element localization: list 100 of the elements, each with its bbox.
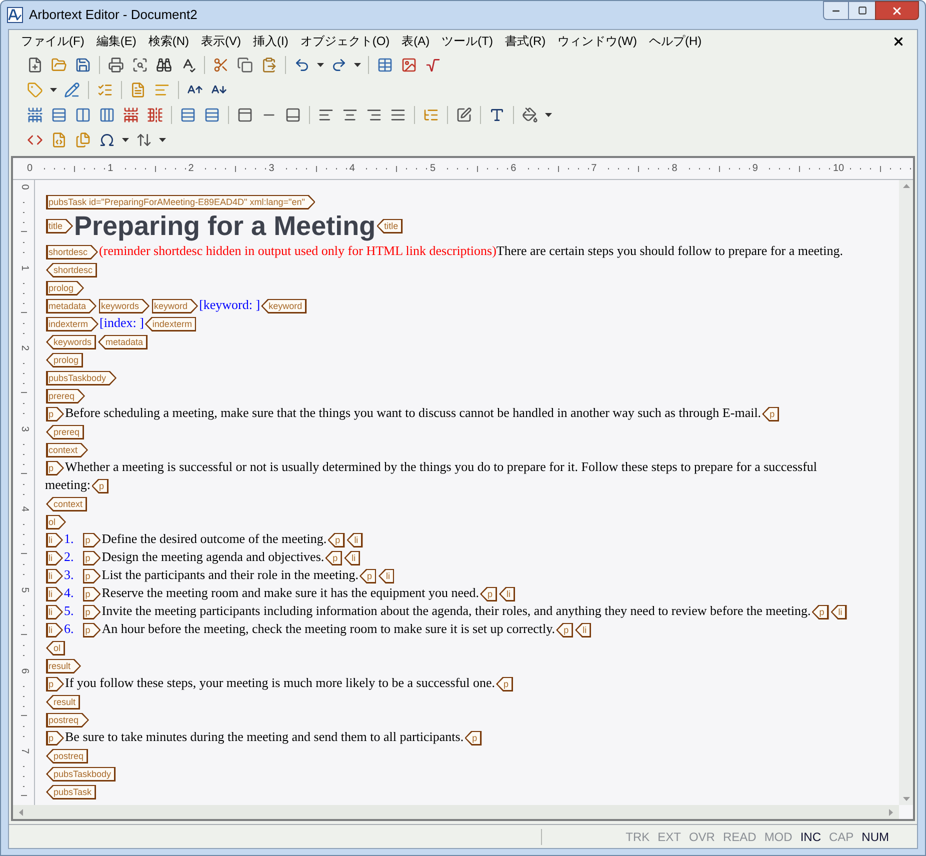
list-tree-icon[interactable] (423, 106, 439, 122)
close-button[interactable] (875, 1, 919, 20)
start-tag[interactable]: context (46, 442, 88, 458)
start-tag[interactable]: p (82, 604, 101, 620)
end-tag[interactable]: result (46, 694, 80, 710)
end-tag[interactable]: p (762, 406, 780, 422)
end-tag[interactable]: prereq (46, 424, 84, 440)
start-tag[interactable]: result (46, 658, 82, 674)
start-tag[interactable]: postreq (46, 712, 90, 728)
checklist-icon[interactable] (97, 82, 113, 98)
start-tag[interactable]: keyword (152, 298, 198, 314)
end-tag[interactable]: keyword (261, 298, 307, 314)
end-tag[interactable]: p (556, 622, 574, 638)
start-tag[interactable]: li (46, 550, 63, 566)
start-tag[interactable]: li (46, 532, 63, 548)
split-row-icon[interactable] (123, 106, 139, 122)
end-tag[interactable]: p (480, 586, 498, 602)
close-document-icon[interactable] (892, 34, 905, 48)
cell-edit-icon[interactable] (456, 106, 472, 122)
start-tag[interactable]: p (82, 586, 101, 602)
end-tag[interactable]: shortdesc (46, 262, 98, 278)
insert-row-icon[interactable] (27, 106, 43, 122)
end-tag[interactable]: p (328, 532, 345, 548)
end-tag[interactable]: title (376, 218, 403, 234)
align-center-icon[interactable] (342, 106, 358, 122)
end-tag[interactable]: context (46, 496, 88, 512)
end-tag[interactable]: ol (46, 640, 66, 656)
multiple-pages-icon[interactable] (75, 132, 91, 148)
start-tag[interactable]: pubsTaskbody (46, 370, 117, 386)
binoculars-icon[interactable] (156, 56, 172, 72)
start-tag[interactable]: li (46, 622, 63, 638)
end-tag[interactable]: p (496, 676, 514, 692)
end-tag[interactable]: p (359, 568, 376, 584)
end-tag[interactable]: metadata (98, 334, 148, 350)
end-tag[interactable]: prolog (46, 352, 84, 368)
menu-item[interactable]: ヘルプ(H) (642, 32, 708, 50)
menu-item[interactable]: ウィンドウ(W) (552, 32, 643, 50)
start-tag[interactable]: p (46, 460, 64, 476)
start-tag[interactable]: prereq (46, 388, 86, 404)
menu-item[interactable]: 表示(V) (195, 32, 247, 50)
table-rows-icon[interactable] (51, 106, 67, 122)
end-tag[interactable]: li (830, 604, 847, 620)
maximize-button[interactable] (849, 1, 875, 20)
align-bottom-icon[interactable] (285, 106, 301, 122)
menu-item[interactable]: 表(A) (396, 32, 436, 50)
scissors-icon[interactable] (213, 56, 229, 72)
end-tag[interactable]: indexterm (144, 316, 196, 332)
end-tag[interactable]: li (344, 550, 360, 566)
table-icon[interactable] (377, 56, 393, 72)
redo-icon[interactable] (331, 56, 347, 72)
paste-icon[interactable] (261, 56, 277, 72)
markup-edit-icon[interactable] (51, 132, 67, 148)
end-tag[interactable]: p (812, 604, 829, 620)
start-tag[interactable]: li (46, 568, 63, 584)
document-icon[interactable] (130, 82, 146, 98)
table-columns-icon[interactable] (99, 106, 115, 122)
menu-item[interactable]: 編集(E) (90, 32, 142, 50)
end-tag[interactable]: li (346, 532, 363, 548)
align-justify-icon[interactable] (390, 106, 406, 122)
end-tag[interactable]: p (464, 730, 482, 746)
menu-item[interactable]: オブジェクト(O) (294, 32, 396, 50)
menu-item[interactable]: 検索(N) (142, 32, 195, 50)
caret-icon[interactable] (50, 88, 57, 92)
font-style-icon[interactable] (489, 106, 505, 122)
start-tag[interactable]: keywords (98, 298, 150, 314)
start-tag[interactable]: metadata (46, 298, 97, 314)
square-root-icon[interactable] (425, 56, 441, 72)
end-tag[interactable]: pubsTask (46, 784, 96, 800)
omega-icon[interactable] (99, 132, 115, 148)
start-tag[interactable]: p (82, 532, 101, 548)
start-tag[interactable]: li (46, 604, 63, 620)
start-tag[interactable]: p (82, 550, 101, 566)
merge-down-icon[interactable] (180, 106, 196, 122)
line-spacing-icon[interactable] (136, 132, 152, 148)
tag-edit-icon[interactable] (64, 82, 80, 98)
menu-item[interactable]: 挿入(I) (247, 32, 294, 50)
start-tag[interactable]: title (46, 218, 74, 234)
caret-icon[interactable] (545, 112, 552, 116)
menu-item[interactable]: ファイル(F) (15, 32, 90, 50)
menu-item[interactable]: 書式(R) (498, 32, 552, 50)
caret-icon[interactable] (159, 138, 166, 142)
paint-bucket-icon[interactable] (522, 106, 538, 122)
align-right-icon[interactable] (366, 106, 382, 122)
start-tag[interactable]: p (82, 622, 101, 638)
split-column-icon[interactable] (147, 106, 163, 122)
start-tag[interactable]: indexterm (46, 316, 99, 332)
start-tag[interactable]: p (46, 730, 64, 746)
printer-icon[interactable] (108, 56, 124, 72)
end-tag[interactable]: keywords (46, 334, 96, 350)
start-tag[interactable]: prolog (46, 280, 84, 296)
folder-icon[interactable] (51, 56, 67, 72)
table-column-icon[interactable] (75, 106, 91, 122)
image-icon[interactable] (401, 56, 417, 72)
caret-icon[interactable] (122, 138, 129, 142)
caret-icon[interactable] (317, 62, 324, 66)
start-tag[interactable]: p (46, 676, 64, 692)
merge-up-icon[interactable] (204, 106, 220, 122)
end-tag[interactable]: postreq (46, 748, 88, 764)
start-tag[interactable]: li (46, 586, 63, 602)
start-tag[interactable]: p (46, 406, 64, 422)
